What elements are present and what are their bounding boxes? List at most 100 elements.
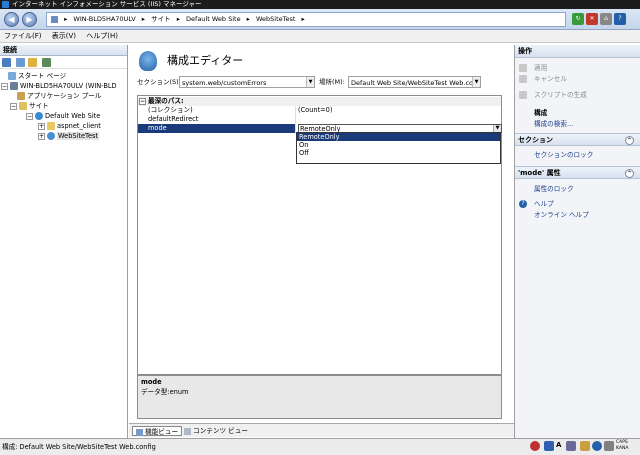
attribute-header-label: 'mode' 属性 — [518, 169, 561, 177]
save-icon[interactable] — [16, 58, 25, 67]
collapse-icon[interactable]: − — [1, 82, 8, 90]
attribute-actions: 属性のロック ? ヘルプ オンライン ヘルプ — [515, 179, 640, 229]
column-divider — [295, 106, 296, 133]
breadcrumb-separator: ▸ — [64, 15, 68, 23]
delete-connection-icon[interactable] — [42, 58, 51, 67]
action-cancel[interactable]: キャンセル — [515, 74, 640, 84]
refresh-icon[interactable]: ↻ — [572, 13, 584, 25]
action-lock-section[interactable]: セクションのロック — [515, 150, 640, 160]
dropdown-option-on[interactable]: On — [297, 141, 500, 149]
tab-features-view[interactable]: 機能ビュー — [132, 426, 183, 436]
group-header[interactable]: − 最深のパス: — [138, 97, 501, 106]
breadcrumb-sites[interactable]: サイト — [151, 15, 171, 23]
property-name: (コレクション) — [148, 106, 193, 114]
help-icon: ? — [519, 200, 527, 208]
dictionary-icon[interactable] — [580, 441, 590, 451]
expand-icon[interactable]: + — [38, 132, 45, 140]
chevron-down-icon[interactable]: ▼ — [472, 77, 480, 87]
tree-item-server[interactable]: − WIN-BLD5HA70ULV (WIN-BLD — [1, 81, 117, 91]
attribute-header: 'mode' 属性 ⌃ — [515, 166, 640, 179]
action-generate-script[interactable]: スクリプトの生成 — [515, 90, 640, 100]
action-search-configuration[interactable]: 構成の検索... — [515, 119, 640, 129]
help-icon[interactable]: ? — [614, 13, 626, 25]
cancel-icon — [519, 75, 527, 83]
expand-icon[interactable]: + — [38, 122, 45, 130]
property-value[interactable]: (Count=0) — [298, 106, 332, 115]
breadcrumb-separator: ▸ — [246, 15, 250, 23]
menu-file[interactable]: ファイル(F) — [0, 30, 46, 43]
connections-panel: 接続 スタート ページ − WIN-BLD5HA70ULV (WIN-BLD アプ… — [0, 45, 128, 438]
location-value: Default Web Site/WebSiteTest Web.co — [351, 79, 474, 87]
action-help[interactable]: ? ヘルプ — [515, 199, 640, 209]
collapse-icon[interactable]: − — [26, 112, 33, 120]
breadcrumb[interactable]: ▸ WIN-BLD5HA70ULV ▸ サイト ▸ Default Web Si… — [46, 12, 566, 27]
breadcrumb-server[interactable]: WIN-BLD5HA70ULV — [73, 15, 135, 23]
breadcrumb-site[interactable]: Default Web Site — [186, 15, 241, 23]
up-folder-icon[interactable] — [28, 58, 37, 67]
action-apply[interactable]: 適用 — [515, 63, 640, 73]
forward-button[interactable]: ▶ — [22, 12, 37, 27]
app-pool-icon — [17, 92, 25, 100]
collapse-up-icon[interactable]: ⌃ — [625, 169, 634, 178]
tree-item-start-page[interactable]: スタート ページ — [8, 71, 66, 81]
dropdown-option-remoteonly[interactable]: RemoteOnly — [297, 133, 500, 141]
address-icon — [51, 15, 58, 23]
back-button[interactable]: ◀ — [4, 12, 19, 27]
section-combo[interactable]: system.web/customErrors ▼ — [179, 76, 315, 88]
language-icon[interactable] — [544, 441, 554, 451]
property-row[interactable]: defaultRedirect — [138, 115, 501, 124]
breadcrumb-separator: ▸ — [176, 15, 180, 23]
start-page-icon — [8, 72, 16, 80]
connections-header: 接続 — [0, 45, 127, 56]
action-label: キャンセル — [534, 75, 567, 83]
action-label: 構成の検索... — [534, 120, 574, 128]
breadcrumb-app[interactable]: WebSiteTest — [256, 15, 295, 23]
collapse-icon[interactable]: − — [10, 102, 17, 110]
stop-icon[interactable]: ✕ — [586, 13, 598, 25]
home-icon[interactable]: ⌂ — [600, 13, 612, 25]
ime-icon[interactable] — [530, 441, 540, 451]
server-icon — [10, 82, 18, 90]
tab-content-view[interactable]: コンテンツ ビュー — [181, 426, 251, 436]
property-row[interactable]: (コレクション) (Count=0) — [138, 106, 501, 115]
tab-label: コンテンツ ビュー — [193, 427, 248, 435]
chevron-down-icon[interactable]: ▼ — [493, 125, 501, 132]
tree-item-app-pools[interactable]: アプリケーション プール — [17, 91, 102, 101]
collapse-up-icon[interactable]: ⌃ — [625, 136, 634, 145]
menu-view[interactable]: 表示(V) — [48, 30, 80, 43]
ime-tool-icon[interactable] — [566, 441, 576, 451]
tree-item-label: Default Web Site — [45, 112, 101, 120]
page-title: 構成エディター — [167, 54, 244, 67]
action-online-help[interactable]: オンライン ヘルプ — [515, 210, 640, 220]
location-label: 場所(M): — [319, 78, 345, 86]
content-view-icon — [184, 427, 191, 435]
sites-folder-icon — [19, 102, 27, 110]
collapse-icon[interactable]: − — [139, 98, 146, 105]
tree-item-label: スタート ページ — [18, 72, 67, 80]
action-lock-attribute[interactable]: 属性のロック — [515, 184, 640, 194]
folder-icon — [47, 122, 55, 130]
tree-item-sites[interactable]: − サイト — [10, 101, 49, 111]
ime-mode-icon[interactable]: A — [556, 441, 561, 449]
chevron-down-icon[interactable]: ▼ — [306, 77, 314, 87]
section-label: セクション(S): — [137, 78, 181, 86]
caps-kana-indicator: CAPS KANA — [616, 440, 629, 451]
ime-help-icon[interactable] — [592, 441, 602, 451]
connections-toolbar — [0, 56, 127, 69]
tree-item-websitetest[interactable]: + WebSiteTest — [38, 131, 100, 141]
property-name: defaultRedirect — [148, 115, 199, 123]
tree-item-aspnet-client[interactable]: + aspnet_client — [38, 121, 101, 131]
action-label: 属性のロック — [534, 185, 574, 193]
mode-dropdown-list: RemoteOnly On Off — [296, 132, 501, 164]
location-combo[interactable]: Default Web Site/WebSiteTest Web.co ▼ — [348, 76, 481, 88]
menu-help[interactable]: ヘルプ(H) — [82, 30, 122, 43]
property-name: mode — [138, 124, 296, 133]
connect-icon[interactable] — [2, 58, 11, 67]
description-title: mode — [141, 378, 162, 386]
tree-item-default-web-site[interactable]: − Default Web Site — [26, 111, 100, 121]
ime-options-icon[interactable] — [604, 441, 614, 451]
dropdown-option-off[interactable]: Off — [297, 149, 500, 157]
section-value: system.web/customErrors — [182, 79, 267, 87]
actions-header: 操作 — [515, 45, 640, 58]
view-tabs: 機能ビュー コンテンツ ビュー — [129, 423, 514, 437]
